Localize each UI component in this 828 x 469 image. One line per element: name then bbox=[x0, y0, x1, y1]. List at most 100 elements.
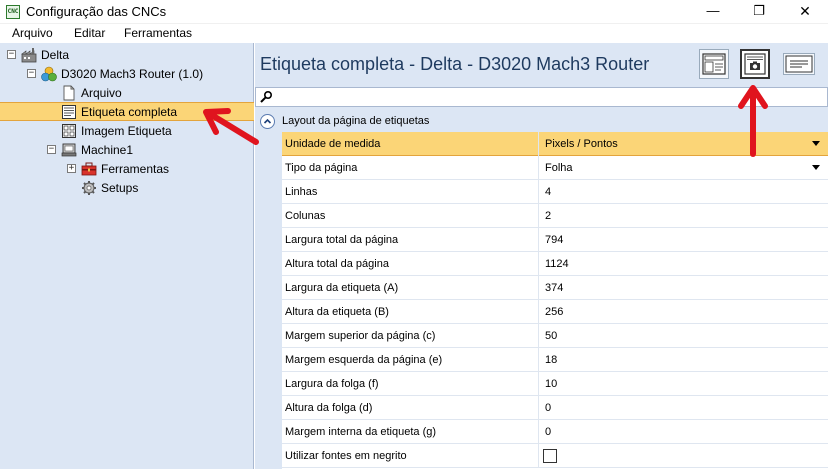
property-search-bar[interactable] bbox=[255, 87, 828, 107]
property-value[interactable]: 50 bbox=[545, 330, 557, 342]
property-row[interactable]: Linhas 4 bbox=[282, 180, 828, 204]
tree-label-delta: Delta bbox=[41, 48, 70, 62]
column-divider[interactable] bbox=[538, 228, 539, 252]
text-lines-icon bbox=[785, 55, 813, 73]
dropdown-arrow-icon[interactable] bbox=[812, 165, 820, 170]
collapse-icon[interactable]: − bbox=[27, 69, 36, 78]
property-row[interactable]: Unidade de medida Pixels / Pontos bbox=[282, 132, 828, 156]
label-image-icon bbox=[62, 124, 76, 138]
property-name: Altura da etiqueta (B) bbox=[285, 306, 389, 318]
minimize-button[interactable]: — bbox=[690, 0, 736, 24]
property-group-header[interactable]: Layout da página de etiquetas bbox=[255, 111, 828, 132]
column-divider[interactable] bbox=[538, 324, 539, 348]
property-value[interactable]: 1124 bbox=[545, 258, 569, 270]
property-value[interactable]: 794 bbox=[545, 234, 563, 246]
property-row[interactable]: Altura total da página 1124 bbox=[282, 252, 828, 276]
gear-icon bbox=[82, 181, 96, 195]
column-divider[interactable] bbox=[538, 372, 539, 396]
property-row[interactable]: Altura da folga (d) 0 bbox=[282, 396, 828, 420]
camera-label-icon bbox=[744, 53, 766, 75]
property-name: Tipo da página bbox=[285, 162, 358, 174]
column-divider[interactable] bbox=[538, 348, 539, 372]
tree-node-router[interactable]: − D3020 Mach3 Router (1.0) bbox=[0, 65, 254, 83]
property-name: Linhas bbox=[285, 186, 318, 198]
tree-node-imagem-etiqueta[interactable]: Imagem Etiqueta bbox=[0, 122, 254, 140]
content-header: Etiqueta completa - Delta - D3020 Mach3 … bbox=[255, 43, 828, 86]
property-name: Altura da folga (d) bbox=[285, 402, 373, 414]
tree-node-ferramentas[interactable]: + Ferramentas bbox=[0, 160, 254, 178]
column-divider[interactable] bbox=[538, 180, 539, 204]
bold-font-checkbox[interactable] bbox=[543, 449, 557, 463]
property-value[interactable]: 374 bbox=[545, 282, 563, 294]
property-name: Altura total da página bbox=[285, 258, 389, 270]
tree-label-imagem-etiqueta: Imagem Etiqueta bbox=[81, 124, 172, 138]
title-bar: CNC Configuração das CNCs — ❐ ✕ bbox=[0, 0, 828, 24]
property-row[interactable]: Margem interna da etiqueta (g) 0 bbox=[282, 420, 828, 444]
tree-node-machine1[interactable]: − Machine1 bbox=[0, 141, 254, 159]
property-row[interactable]: Largura total da página 794 bbox=[282, 228, 828, 252]
property-value[interactable]: 0 bbox=[545, 426, 551, 438]
page-title: Etiqueta completa - Delta - D3020 Mach3 … bbox=[260, 54, 650, 74]
menu-arquivo[interactable]: Arquivo bbox=[12, 26, 53, 40]
column-divider[interactable] bbox=[538, 420, 539, 444]
label-text-view-button[interactable] bbox=[783, 53, 815, 75]
menu-ferramentas[interactable]: Ferramentas bbox=[124, 26, 192, 40]
tree-node-delta[interactable]: − Delta bbox=[0, 46, 254, 64]
property-value[interactable]: 256 bbox=[545, 306, 563, 318]
close-button[interactable]: ✕ bbox=[782, 0, 828, 24]
tree-node-arquivo[interactable]: Arquivo bbox=[0, 84, 254, 102]
property-row[interactable]: Colunas 2 bbox=[282, 204, 828, 228]
property-row[interactable]: Utilizar fontes em negrito bbox=[282, 444, 828, 468]
label-image-view-button[interactable] bbox=[740, 49, 770, 79]
column-divider[interactable] bbox=[538, 252, 539, 276]
property-value[interactable]: 2 bbox=[545, 210, 551, 222]
label-layout-icon bbox=[702, 53, 726, 75]
property-name: Margem esquerda da página (e) bbox=[285, 354, 443, 366]
column-divider[interactable] bbox=[538, 156, 539, 180]
window-title: Configuração das CNCs bbox=[26, 4, 167, 19]
property-row[interactable]: Largura da etiqueta (A) 374 bbox=[282, 276, 828, 300]
maximize-button[interactable]: ❐ bbox=[736, 0, 782, 24]
tree-label-arquivo: Arquivo bbox=[81, 86, 122, 100]
full-label-view-button[interactable] bbox=[699, 49, 729, 79]
column-divider[interactable] bbox=[538, 300, 539, 324]
property-name: Colunas bbox=[285, 210, 326, 222]
property-value[interactable]: Folha bbox=[545, 162, 573, 174]
content-pane: Etiqueta completa - Delta - D3020 Mach3 … bbox=[255, 43, 828, 469]
column-divider[interactable] bbox=[538, 204, 539, 228]
property-value[interactable]: 0 bbox=[545, 402, 551, 414]
property-value[interactable]: 4 bbox=[545, 186, 551, 198]
collapse-icon[interactable]: − bbox=[7, 50, 16, 59]
label-sheet-icon bbox=[62, 105, 76, 119]
menu-editar[interactable]: Editar bbox=[74, 26, 105, 40]
property-name: Margem superior da página (c) bbox=[285, 330, 436, 342]
machine-icon bbox=[61, 143, 77, 157]
property-row[interactable]: Largura da folga (f) 10 bbox=[282, 372, 828, 396]
group-collapse-button[interactable] bbox=[260, 114, 275, 129]
property-name: Unidade de medida bbox=[285, 138, 381, 150]
cnc-app-icon: CNC bbox=[6, 5, 20, 19]
property-row[interactable]: Tipo da página Folha bbox=[282, 156, 828, 180]
property-name: Largura da etiqueta (A) bbox=[285, 282, 399, 294]
tree-node-setups[interactable]: Setups bbox=[0, 179, 254, 197]
column-divider[interactable] bbox=[538, 132, 539, 156]
expand-icon[interactable]: + bbox=[67, 164, 76, 173]
property-row[interactable]: Margem esquerda da página (e) 18 bbox=[282, 348, 828, 372]
property-row[interactable]: Altura da etiqueta (B) 256 bbox=[282, 300, 828, 324]
tree-label-etiqueta-completa: Etiqueta completa bbox=[81, 105, 178, 119]
column-divider[interactable] bbox=[538, 396, 539, 420]
property-row[interactable]: Margem superior da página (c) 50 bbox=[282, 324, 828, 348]
column-divider[interactable] bbox=[538, 276, 539, 300]
property-value[interactable]: Pixels / Pontos bbox=[545, 138, 618, 150]
menu-bar: Arquivo Editar Ferramentas bbox=[0, 24, 828, 43]
dropdown-arrow-icon[interactable] bbox=[812, 141, 820, 146]
property-name: Utilizar fontes em negrito bbox=[285, 450, 407, 462]
property-value[interactable]: 18 bbox=[545, 354, 557, 366]
collapse-icon[interactable]: − bbox=[47, 145, 56, 154]
tree-node-etiqueta-completa[interactable]: Etiqueta completa bbox=[0, 103, 254, 121]
property-name: Largura da folga (f) bbox=[285, 378, 379, 390]
property-name: Margem interna da etiqueta (g) bbox=[285, 426, 437, 438]
property-value[interactable]: 10 bbox=[545, 378, 557, 390]
property-grid: Layout da página de etiquetas Unidade de… bbox=[255, 111, 828, 469]
column-divider[interactable] bbox=[538, 444, 539, 468]
